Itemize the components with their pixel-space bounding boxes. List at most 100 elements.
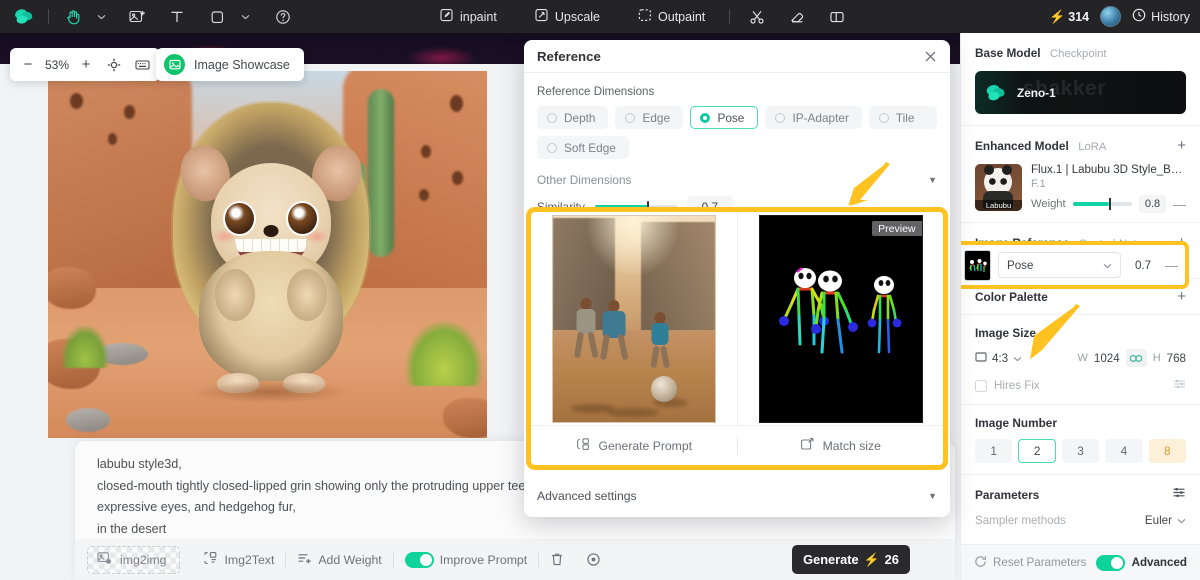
base-model-name: Zeno-1 [1017,85,1056,100]
image-number-option-4[interactable]: 4 [1105,439,1143,463]
reference-dialog-header: Reference [524,40,950,73]
advanced-settings-row[interactable]: Advanced settings ▼ [537,489,937,503]
img2text-icon [203,551,218,568]
add-color-button[interactable]: + [1177,289,1186,304]
zoom-in-button[interactable]: + [72,51,100,79]
lora-thumb-tag: Labubu [975,200,1022,211]
lora-weight-slider[interactable] [1072,198,1132,210]
reset-parameters-button[interactable]: Reset Parameters [974,555,1086,571]
image-number-option-1[interactable]: 1 [975,439,1013,463]
reference-dimensions-label: Reference Dimensions [537,85,655,98]
lora-weight-value[interactable]: 0.8 [1139,195,1166,213]
reference-preview-cell[interactable]: Preview [737,212,943,426]
image-number-option-8[interactable]: 8 [1148,439,1187,463]
zoom-out-button[interactable]: − [14,51,42,79]
enhanced-model-title: Enhanced Model [975,139,1069,153]
radio-icon [775,112,786,123]
other-dimensions-row[interactable]: Other Dimensions ▼ [537,173,937,187]
gear-icon[interactable] [575,545,612,575]
dimension-option-tile[interactable]: Tile [868,106,937,129]
sampler-methods-select[interactable]: Euler [1145,514,1186,527]
dimension-option-soft-edge[interactable]: Soft Edge [537,136,629,159]
kid-figure [649,312,671,369]
control-net-type-select[interactable]: Pose [998,252,1121,278]
close-icon[interactable] [924,50,937,63]
radio-icon [547,142,557,153]
add-weight-button[interactable]: Add Weight [286,545,392,575]
add-weight-icon [297,551,312,568]
image-showcase-chip[interactable]: Image Showcase [156,48,304,81]
avatar[interactable] [1100,6,1122,27]
history-button[interactable]: History [1132,8,1190,25]
control-net-thumbnail[interactable] [964,249,991,281]
zoom-controls[interactable]: − 53% + [10,48,160,81]
advanced-toggle[interactable] [1095,554,1125,571]
dimension-option-ip-adapter[interactable]: IP-Adapter [765,106,862,129]
sliders-icon[interactable] [1172,486,1186,504]
improve-prompt-toggle[interactable] [404,551,434,568]
control-net-row-highlight[interactable]: Pose 0.7 — [961,241,1189,289]
text-T-icon[interactable] [164,4,190,30]
remove-lora-button[interactable]: — [1173,197,1186,212]
dimension-option-depth[interactable]: Depth [537,106,609,129]
generate-prompt-button[interactable]: Generate Prompt [531,437,737,454]
hand-icon[interactable] [60,4,86,30]
dimension-option-pose[interactable]: Pose [690,106,759,129]
generate-cost: 26 [884,552,899,567]
eraser-icon[interactable] [784,4,810,30]
upscale-button[interactable]: Upscale [525,4,610,29]
trash-icon[interactable] [539,545,575,575]
top-actions: inpaint Upscale Outpaint [430,0,850,33]
img2text-button[interactable]: Img2Text [192,545,285,575]
match-size-label: Match size [822,438,881,453]
hires-fix-row[interactable]: Hires Fix [975,378,1186,393]
base-model-card[interactable]: shakker Zeno-1 [975,71,1186,114]
add-lora-button[interactable]: + [1177,138,1186,153]
link-icon[interactable] [1125,349,1147,367]
image-number-option-3[interactable]: 3 [1061,439,1100,463]
reference-source-image[interactable] [552,215,716,423]
cut-icon[interactable] [744,4,770,30]
dimension-label: IP-Adapter [792,110,849,125]
credits-value: 314 [1068,9,1090,24]
dimension-label: Edge [642,110,671,125]
sidebar-bottom-bar: Reset Parameters Advanced [961,544,1200,580]
chevron-down-icon[interactable] [88,4,114,30]
square-icon[interactable] [204,4,230,30]
sliders-icon[interactable] [1173,378,1186,393]
height-value[interactable]: 768 [1167,352,1186,365]
generate-button[interactable]: Generate ⚡ 26 [792,545,910,574]
generated-image[interactable] [48,71,493,438]
image-plus-icon[interactable] [124,4,150,30]
pose-preview-image[interactable]: Preview [758,215,923,423]
image-number-option-2[interactable]: 2 [1018,439,1056,463]
image-upload-icon [97,551,112,568]
outpaint-button[interactable]: Outpaint [628,4,715,29]
target-icon[interactable] [100,51,128,79]
credits-badge[interactable]: ⚡ 314 [1049,9,1089,25]
chevron-down-icon[interactable] [232,4,258,30]
checkbox-icon[interactable] [975,379,987,392]
generate-label: Generate [803,552,859,567]
advanced-toggle-row[interactable]: Advanced [1095,554,1187,571]
keyboard-icon[interactable] [128,51,156,79]
remove-control-net-button[interactable]: — [1165,258,1178,273]
width-value[interactable]: 1024 [1094,352,1120,365]
dimension-option-edge[interactable]: Edge [615,106,684,129]
question-circle-icon[interactable] [270,4,296,30]
control-net-weight-value[interactable]: 0.7 [1128,255,1158,275]
img2img-button[interactable]: img2img [87,545,181,574]
aspect-ratio-select[interactable]: 4:3 [975,352,1022,365]
inpaint-button[interactable]: inpaint [430,4,507,29]
sampler-methods-row[interactable]: Sampler methods Euler [975,514,1186,527]
improve-prompt-toggle-row[interactable]: Improve Prompt [394,545,538,575]
match-size-button[interactable]: Match size [738,437,944,454]
sampler-methods-value: Euler [1144,514,1172,527]
app-logo-icon[interactable] [11,6,37,28]
reference-source-cell[interactable] [531,212,737,426]
lora-item[interactable]: Labubu Flux.1 | Labubu 3D Style_Bubble M… [975,164,1186,213]
split-view-icon[interactable] [824,4,850,30]
toolbar-divider [729,9,731,24]
chevron-down-icon[interactable]: ▼ [928,491,937,501]
chevron-down-icon[interactable]: ▼ [928,175,937,185]
